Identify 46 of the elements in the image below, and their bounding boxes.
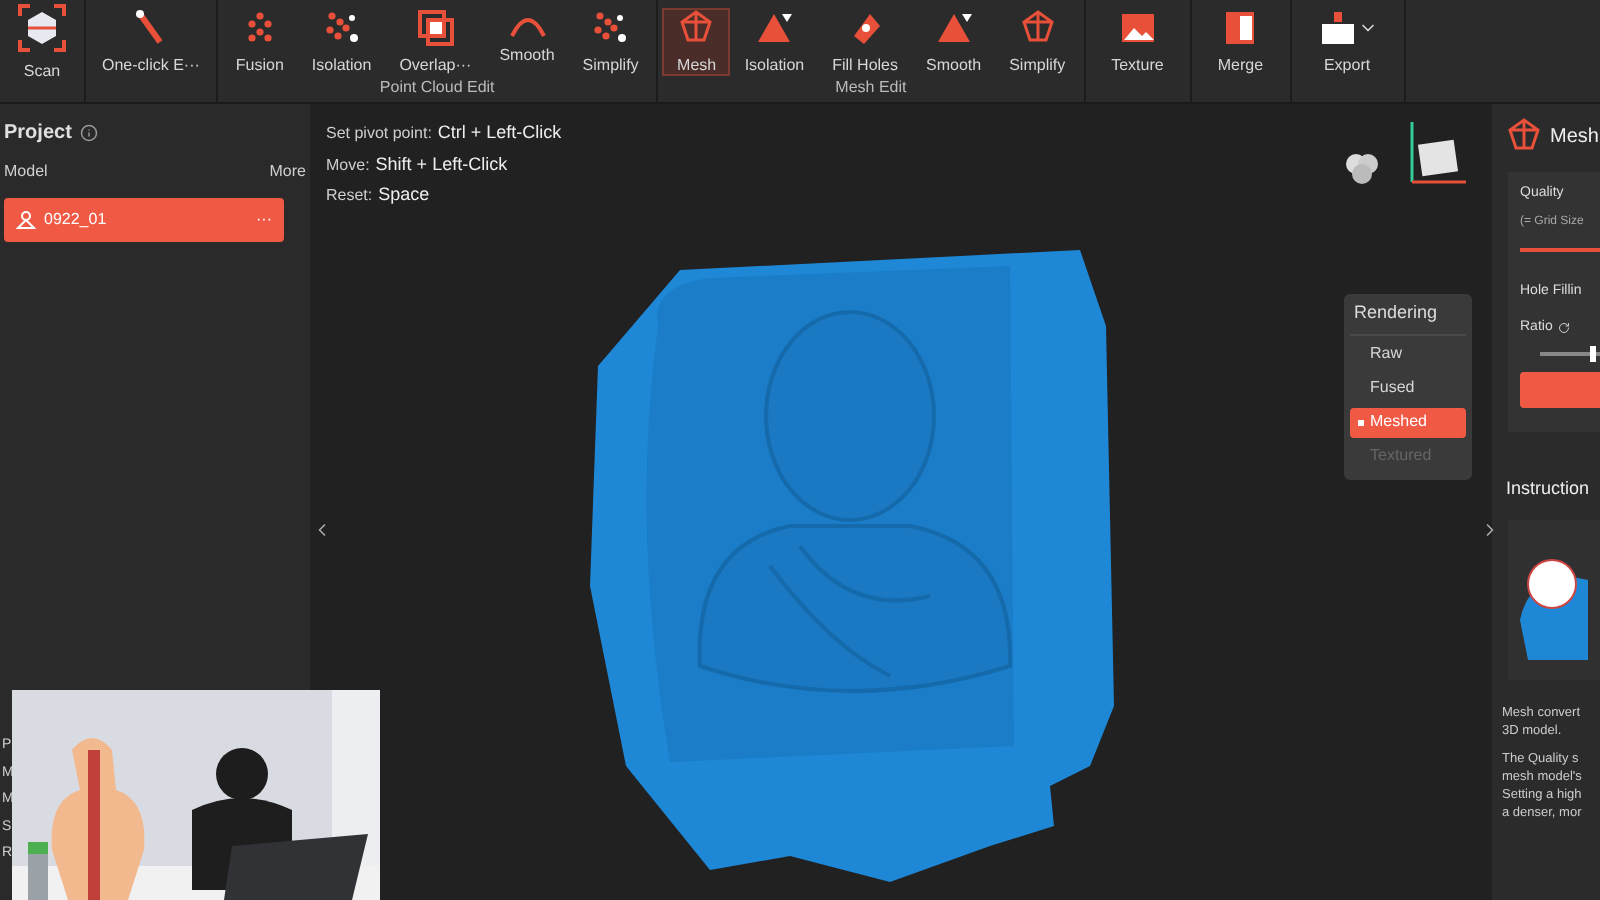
toolbar-button[interactable]: Fill Holes bbox=[818, 8, 913, 76]
hint-keys: Space bbox=[378, 182, 430, 209]
hint-label: Move: bbox=[326, 153, 370, 177]
column-header: Model bbox=[4, 160, 48, 184]
toolbar-button[interactable]: Isolation bbox=[730, 8, 819, 76]
apply-button[interactable] bbox=[1520, 371, 1600, 407]
toolbar-button[interactable]: Simplify bbox=[995, 8, 1080, 76]
toolbar-button[interactable]: Mesh bbox=[662, 8, 731, 76]
toolbar-button[interactable]: One-click E··· bbox=[88, 8, 214, 76]
rendering-option[interactable]: Raw bbox=[1350, 339, 1466, 369]
rendering-option[interactable]: Fused bbox=[1350, 373, 1466, 403]
toolbar-button[interactable]: Texture bbox=[1097, 8, 1178, 76]
model-name: 0922_01 bbox=[44, 208, 109, 232]
hint-keys: Shift + Left-Click bbox=[375, 151, 508, 178]
toolbar-button[interactable]: Overlap··· bbox=[385, 8, 486, 76]
arc-icon bbox=[507, 17, 547, 37]
toolbar-button[interactable]: Fusion bbox=[221, 8, 298, 76]
panel-title: Project bbox=[4, 120, 72, 148]
group-caption: Mesh Edit bbox=[835, 78, 907, 98]
overlap-icon bbox=[415, 7, 456, 47]
hint-keys: Ctrl + Left-Click bbox=[437, 120, 562, 147]
cube-icon bbox=[16, 1, 68, 53]
group-caption: Point Cloud Edit bbox=[379, 78, 495, 98]
scatter-icon bbox=[321, 7, 362, 47]
person-icon bbox=[16, 210, 36, 230]
panel-title: Mesh bbox=[1550, 123, 1599, 151]
section-title: Instruction bbox=[1504, 476, 1592, 502]
hint-label: Set pivot point: bbox=[326, 122, 432, 146]
mesh-icon bbox=[676, 7, 717, 47]
reset-icon[interactable] bbox=[1558, 322, 1571, 335]
panel-title: Rendering bbox=[1350, 300, 1466, 335]
more-link[interactable]: More bbox=[269, 160, 306, 184]
scatter-icon bbox=[590, 7, 631, 47]
toolbar-button[interactable]: Export bbox=[1303, 8, 1392, 76]
toolbar-button[interactable]: Smooth bbox=[485, 8, 569, 76]
toolbar-button[interactable]: Merge bbox=[1203, 8, 1278, 76]
info-icon bbox=[79, 124, 98, 142]
toolbar-button[interactable]: Scan bbox=[2, 8, 82, 76]
toolbar-button[interactable]: Simplify bbox=[568, 8, 653, 76]
toolbar-button[interactable]: Smooth bbox=[912, 8, 996, 76]
toolbar-button[interactable]: Isolation bbox=[297, 8, 386, 76]
export-icon bbox=[1317, 7, 1358, 47]
mesh-icon bbox=[1017, 7, 1058, 47]
hint-label: Reset: bbox=[326, 184, 373, 208]
mesh-icon bbox=[1504, 116, 1544, 156]
spheres-icon[interactable] bbox=[1344, 152, 1380, 184]
